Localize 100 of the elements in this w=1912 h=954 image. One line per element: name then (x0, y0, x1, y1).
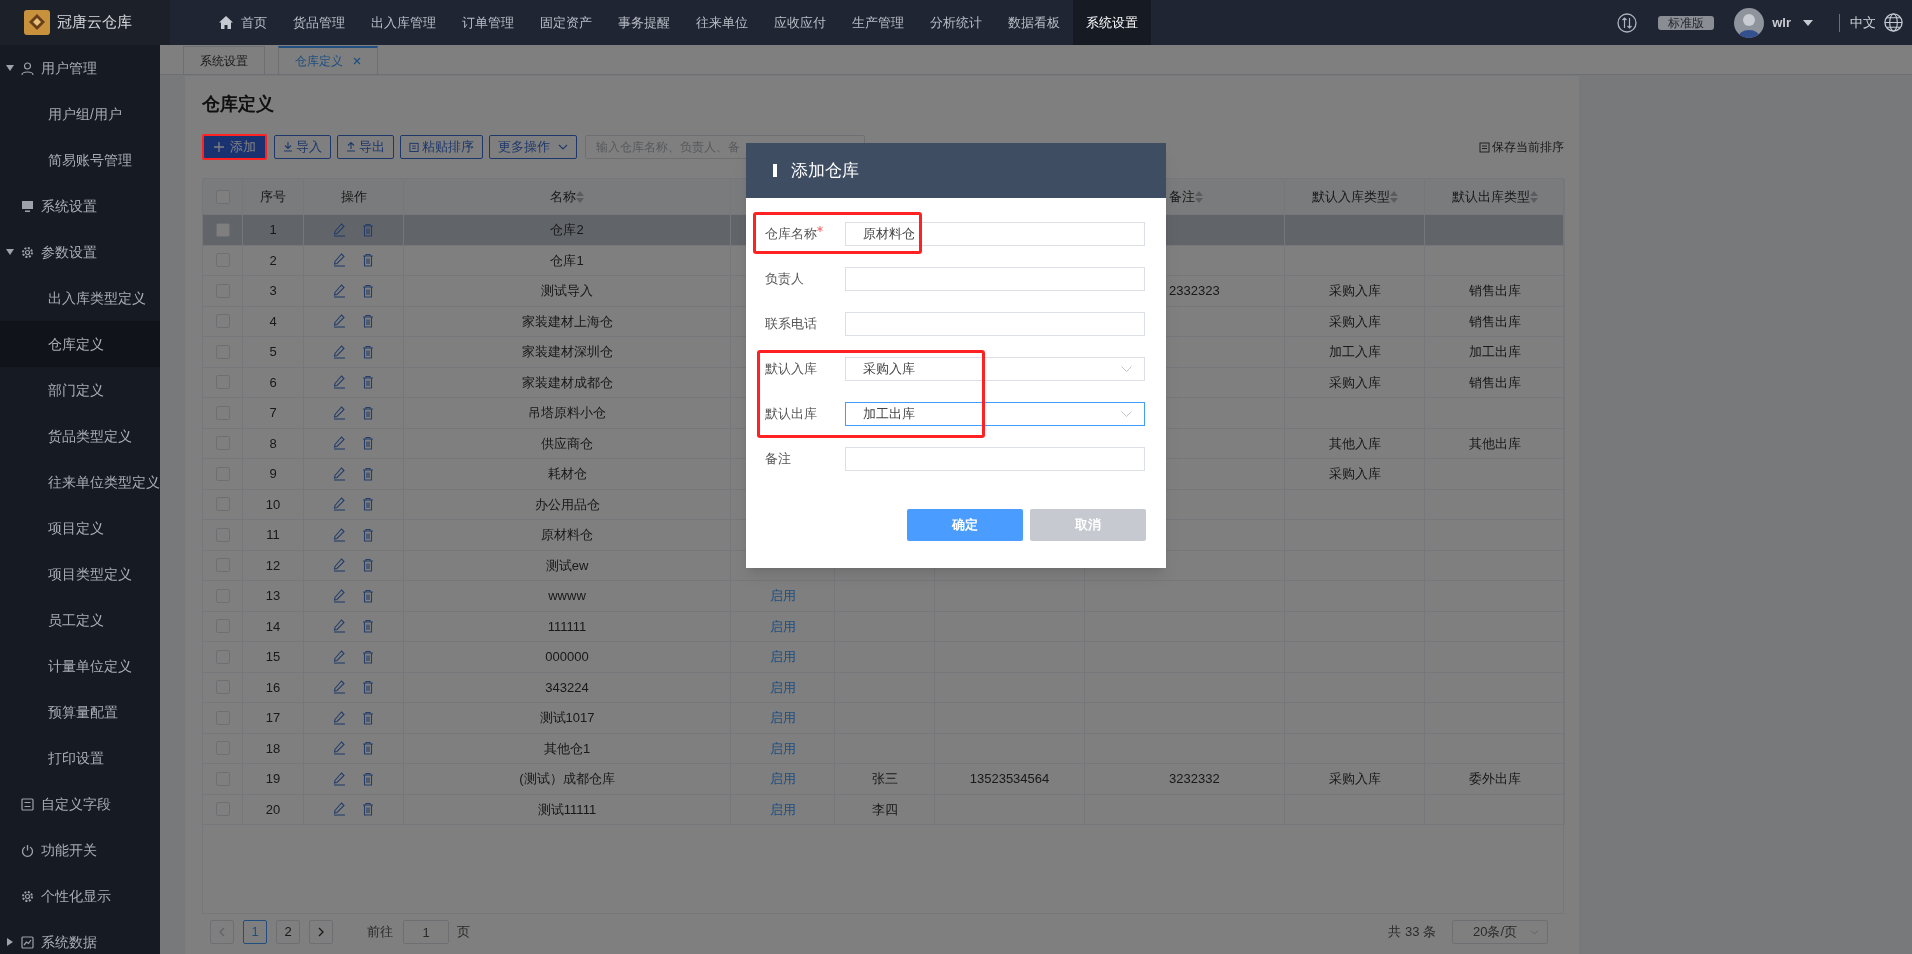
sidebar-item[interactable]: 打印设置 (0, 735, 160, 781)
sidebar-item[interactable]: 往来单位类型定义 (0, 459, 160, 505)
table-row[interactable]: 18 其他仓1 启用 (203, 733, 1563, 764)
nav-item[interactable]: 应收应付 (761, 0, 839, 45)
sidebar-item[interactable]: 用户组/用户 (0, 91, 160, 137)
table-row[interactable]: 15 000000 启用 (203, 642, 1563, 673)
edit-icon[interactable] (333, 680, 346, 695)
edit-icon[interactable] (333, 497, 346, 512)
edit-icon[interactable] (333, 283, 346, 298)
close-icon[interactable] (353, 57, 361, 65)
page-input[interactable]: 1 (403, 920, 449, 944)
nav-item[interactable]: 事务提醒 (605, 0, 683, 45)
trash-icon[interactable] (362, 344, 374, 359)
sidebar-item[interactable]: 项目类型定义 (0, 551, 160, 597)
sidebar-item[interactable]: 简易账号管理 (0, 137, 160, 183)
trash-icon[interactable] (362, 314, 374, 329)
sidebar-group[interactable]: 系统设置 (0, 183, 160, 229)
checkbox[interactable] (215, 222, 230, 237)
sidebar-item[interactable]: 货品类型定义 (0, 413, 160, 459)
trash-icon[interactable] (362, 619, 374, 634)
trash-icon[interactable] (362, 375, 374, 390)
edit-icon[interactable] (333, 314, 346, 329)
globe-icon[interactable] (1884, 13, 1903, 32)
sidebar-item[interactable]: 项目定义 (0, 505, 160, 551)
table-row[interactable]: 14 111111 启用 (203, 611, 1563, 642)
select-field[interactable]: 加工出库 (845, 402, 1145, 426)
sort-icon[interactable] (1195, 190, 1203, 203)
caret-icon[interactable] (6, 938, 14, 946)
nav-item[interactable]: 往来单位 (683, 0, 761, 45)
select-field[interactable]: 采购入库 (845, 357, 1145, 381)
user-name[interactable]: wlr (1772, 12, 1791, 33)
page-button[interactable]: 2 (276, 920, 300, 944)
caret-icon[interactable] (6, 64, 14, 72)
sort-icon[interactable] (1529, 190, 1538, 203)
trash-icon[interactable] (362, 588, 374, 603)
save-sort-link[interactable]: 保存当前排序 (1492, 138, 1564, 156)
edit-icon[interactable] (333, 741, 346, 756)
nav-item[interactable]: 出入库管理 (358, 0, 449, 45)
trash-icon[interactable] (362, 558, 374, 573)
sidebar-item[interactable]: 仓库定义 (0, 321, 160, 367)
sidebar-group[interactable]: 系统数据 (0, 919, 160, 954)
edit-icon[interactable] (333, 466, 346, 481)
page-size-select[interactable]: 20条/页 (1452, 920, 1548, 944)
trash-icon[interactable] (362, 466, 374, 481)
sidebar-item[interactable]: 预算量配置 (0, 689, 160, 735)
sidebar-group[interactable]: 个性化显示 (0, 873, 160, 919)
trash-icon[interactable] (362, 741, 374, 756)
trash-icon[interactable] (362, 710, 374, 725)
trash-icon[interactable] (362, 771, 374, 786)
language-menu[interactable]: 中文 (1850, 12, 1876, 33)
edit-icon[interactable] (333, 405, 346, 420)
nav-item[interactable]: 首页 (206, 0, 280, 45)
nav-item[interactable]: 系统设置 (1073, 0, 1151, 45)
edit-icon[interactable] (333, 253, 346, 268)
save-icon[interactable] (1479, 141, 1490, 153)
transfer-icon[interactable] (1617, 12, 1638, 33)
trash-icon[interactable] (362, 436, 374, 451)
trash-icon[interactable] (362, 527, 374, 542)
sidebar-item[interactable]: 出入库类型定义 (0, 275, 160, 321)
caret-icon[interactable] (6, 248, 14, 256)
trash-icon[interactable] (362, 497, 374, 512)
nav-item[interactable]: 订单管理 (449, 0, 527, 45)
edit-icon[interactable] (333, 619, 346, 634)
trash-icon[interactable] (362, 283, 374, 298)
sort-icon[interactable] (576, 190, 584, 203)
nav-item[interactable]: 分析统计 (917, 0, 995, 45)
caret-icon[interactable] (1803, 19, 1813, 26)
input-field[interactable]: 原材料仓 (845, 222, 1145, 246)
edit-icon[interactable] (333, 344, 346, 359)
trash-icon[interactable] (362, 649, 374, 664)
sort-icon[interactable] (1389, 190, 1398, 203)
edit-icon[interactable] (333, 527, 346, 542)
edit-icon[interactable] (333, 558, 346, 573)
nav-item[interactable]: 货品管理 (280, 0, 358, 45)
table-row[interactable]: 13 wwww 启用 (203, 581, 1563, 612)
sidebar-item[interactable]: 部门定义 (0, 367, 160, 413)
edit-icon[interactable] (333, 588, 346, 603)
trash-icon[interactable] (362, 253, 374, 268)
edit-icon[interactable] (333, 436, 346, 451)
table-row[interactable]: 17 测试1017 启用 (203, 703, 1563, 734)
input-field[interactable] (845, 267, 1145, 291)
edit-icon[interactable] (333, 710, 346, 725)
edit-icon[interactable] (333, 222, 346, 237)
table-row[interactable]: 19 (测试）成都仓库 启用 张三 13523534564 3232332 采购入库 委外出库 (203, 764, 1563, 795)
sidebar-group[interactable]: 参数设置 (0, 229, 160, 275)
nav-item[interactable]: 数据看板 (995, 0, 1073, 45)
sidebar-item[interactable]: 计量单位定义 (0, 643, 160, 689)
trash-icon[interactable] (362, 680, 374, 695)
table-row[interactable]: 20 测试11111 启用 李四 (203, 794, 1563, 825)
trash-icon[interactable] (362, 405, 374, 420)
sidebar-group[interactable]: 功能开关 (0, 827, 160, 873)
input-field[interactable] (845, 447, 1145, 471)
edit-icon[interactable] (333, 375, 346, 390)
trash-icon[interactable] (362, 222, 374, 237)
trash-icon[interactable] (362, 802, 374, 817)
sidebar-group[interactable]: 用户管理 (0, 45, 160, 91)
edit-icon[interactable] (333, 802, 346, 817)
edit-icon[interactable] (333, 771, 346, 786)
table-row[interactable]: 16 343224 启用 (203, 672, 1563, 703)
nav-item[interactable]: 生产管理 (839, 0, 917, 45)
